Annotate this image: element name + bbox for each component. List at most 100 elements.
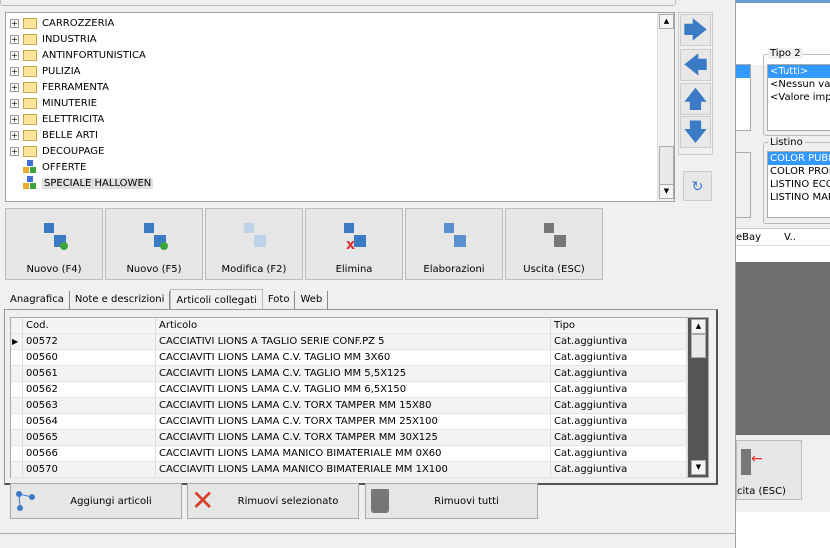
tree-node[interactable]: SPECIALE HALLOWEN [10,175,154,191]
tab-note-e-descrizioni[interactable]: Note e descrizioni [70,291,171,310]
expand-icon[interactable]: + [10,146,19,156]
arrow-up-icon: 🡅 [683,85,708,113]
cell: CACCIAVITI LIONS LAMA C.V. TORX TAMPER M… [156,414,551,429]
expand-icon[interactable]: + [10,130,19,140]
cell: Cat.aggiuntiva [551,446,687,461]
toolbar-button-elimina[interactable]: x Elimina [305,208,403,280]
expand-icon[interactable]: + [10,18,19,28]
table-row[interactable]: 00566 CACCIAVITI LIONS LAMA MANICO BIMATE… [11,446,687,462]
table-row[interactable]: 00565 CACCIAVITI LIONS LAMA C.V. TORX TAM… [11,430,687,446]
folder-icon [23,145,37,157]
main-window: + CARROZZERIA + INDUSTRIA + ANTINFORTUNISTICA… [0,0,736,548]
column-header-tipo[interactable]: Tipo [551,318,687,333]
folder-icon [23,97,37,109]
table-row[interactable]: 00560 CACCIAVITI LIONS LAMA C.V. TAGLIO M… [11,350,687,366]
column-header-cod[interactable]: Cod. [23,318,156,333]
tree-node[interactable]: + MINUTERIE [10,95,97,111]
table-row[interactable]: 00564 CACCIAVITI LIONS LAMA C.V. TORX TAM… [11,414,687,430]
column-header-ebay[interactable]: eBay [736,232,761,243]
tree-scrollbar[interactable]: ▲ ▼ [657,13,674,201]
row-indicator: ▶ [11,334,23,349]
scroll-up-icon[interactable]: ▲ [691,319,706,334]
table-row[interactable]: 00563 CACCIAVITI LIONS LAMA C.V. TORX TAM… [11,398,687,414]
tipo2-label: Tipo 2 [768,48,803,59]
remove-all-button[interactable]: Rimuovi tutti [365,483,538,519]
cell: Cat.aggiuntiva [551,398,687,413]
move-left-button[interactable]: 🡄 [680,49,711,81]
tree-node[interactable]: + ANTINFORTUNISTICA [10,47,146,63]
list-item[interactable]: <Nessun valo [768,78,830,91]
cell: Cat.aggiuntiva [551,414,687,429]
cell: Cat.aggiuntiva [551,334,687,349]
exit-button-bg[interactable]: ← cita (ESC) [736,440,802,500]
partial-list-1[interactable] [734,64,751,131]
arrow-down-icon: 🡇 [683,118,708,146]
cell: CACCIATIVI LIONS A TAGLIO SERIE CONF.PZ … [156,334,551,349]
arrow-right-icon: 🡆 [683,16,708,44]
table-row[interactable]: 00570 CACCIAVITI LIONS LAMA MANICO BIMATE… [11,462,687,478]
column-header-articolo[interactable]: Articolo [156,318,551,333]
tab-articoli-collegati[interactable]: Articoli collegati [170,289,263,310]
scroll-up-icon[interactable]: ▲ [659,14,674,29]
scroll-down-icon[interactable]: ▼ [659,184,674,199]
scroll-thumb[interactable] [691,334,706,358]
table-row[interactable]: ▶ 00572 CACCIATIVI LIONS A TAGLIO SERIE CO… [11,334,687,350]
move-right-button[interactable]: 🡆 [680,14,711,46]
tree-node[interactable]: + CARROZZERIA [10,15,114,31]
tree-node[interactable]: + INDUSTRIA [10,31,97,47]
toolbar-button-modifica-f2[interactable]: Modifica (F2) [205,208,303,280]
toolbar-button-nuovo-f4[interactable]: Nuovo (F4) [5,208,103,280]
list-item[interactable]: LISTINO MAR [768,191,830,204]
exit-door-icon [741,449,751,475]
row-indicator [11,398,23,413]
tree-node[interactable]: + BELLE ARTI [10,127,98,143]
list-item[interactable]: LISTINO ECO [768,178,830,191]
tab-web[interactable]: Web [295,291,329,310]
table-row[interactable]: 00561 CACCIAVITI LIONS LAMA C.V. TAGLIO M… [11,366,687,382]
expand-icon[interactable]: + [10,66,19,76]
partial-list-2[interactable] [734,152,751,218]
new-child-node-icon [40,219,70,251]
tipo2-list[interactable]: <Tutti> <Nessun valo <Valore impo [767,64,830,131]
list-item[interactable]: <Valore impo [768,91,830,104]
expand-icon[interactable]: + [10,98,19,108]
move-down-button[interactable]: 🡇 [680,116,711,148]
toolbar-button-uscita-esc[interactable]: Uscita (ESC) [505,208,603,280]
table-row[interactable]: 00562 CACCIAVITI LIONS LAMA C.V. TAGLIO M… [11,382,687,398]
grid-scrollbar[interactable]: ▲ ▼ [687,318,708,477]
expand-icon[interactable]: + [10,114,19,124]
linked-articles-grid[interactable]: Cod. Articolo Tipo ▲ ▼ ▶ 00572 CACCIATIVI … [10,317,709,478]
remove-selected-button[interactable]: ✕ Rimuovi selezionato [187,483,359,519]
toolbar-button-nuovo-f5[interactable]: Nuovo (F5) [105,208,203,280]
scroll-down-icon[interactable]: ▼ [691,460,706,475]
expand-icon[interactable]: + [10,82,19,92]
expand-icon[interactable]: + [10,50,19,60]
move-up-button[interactable]: 🡅 [680,83,711,115]
tab-foto[interactable]: Foto [263,291,296,310]
list-item[interactable]: <Tutti> [768,65,830,78]
listino-list[interactable]: COLOR PUBB COLOR PROF LISTINO ECO LISTIN… [767,151,830,218]
toolbar-button-elaborazioni[interactable]: Elaborazioni [405,208,503,280]
category-tree[interactable]: + CARROZZERIA + INDUSTRIA + ANTINFORTUNISTICA… [5,12,675,202]
cell: 00560 [23,350,156,365]
tree-node[interactable]: + PULIZIA [10,63,81,79]
group-cubes-icon [23,160,36,173]
tree-node[interactable]: + FERRAMENTA [10,79,109,95]
tree-node[interactable]: OFFERTE [10,159,86,175]
swap-button[interactable]: ↻ [683,171,712,201]
tree-node[interactable]: + DECOUPAGE [10,143,104,159]
list-item[interactable]: COLOR PROF [768,165,830,178]
cell: Cat.aggiuntiva [551,430,687,445]
cell: Cat.aggiuntiva [551,382,687,397]
grid-header: Cod. Articolo Tipo [11,318,687,334]
tab-anagrafica[interactable]: Anagrafica [5,291,70,310]
cell: CACCIAVITI LIONS LAMA C.V. TORX TAMPER M… [156,430,551,445]
expand-icon[interactable]: + [10,34,19,44]
add-articles-button[interactable]: Aggiungi articoli [10,483,182,519]
folder-icon [23,65,37,77]
folder-icon [23,49,37,61]
tree-node[interactable]: + ELETTRICITA [10,111,104,127]
cell: 00564 [23,414,156,429]
list-item[interactable]: COLOR PUBB [768,152,830,165]
column-header-v[interactable]: V.. [784,232,796,243]
